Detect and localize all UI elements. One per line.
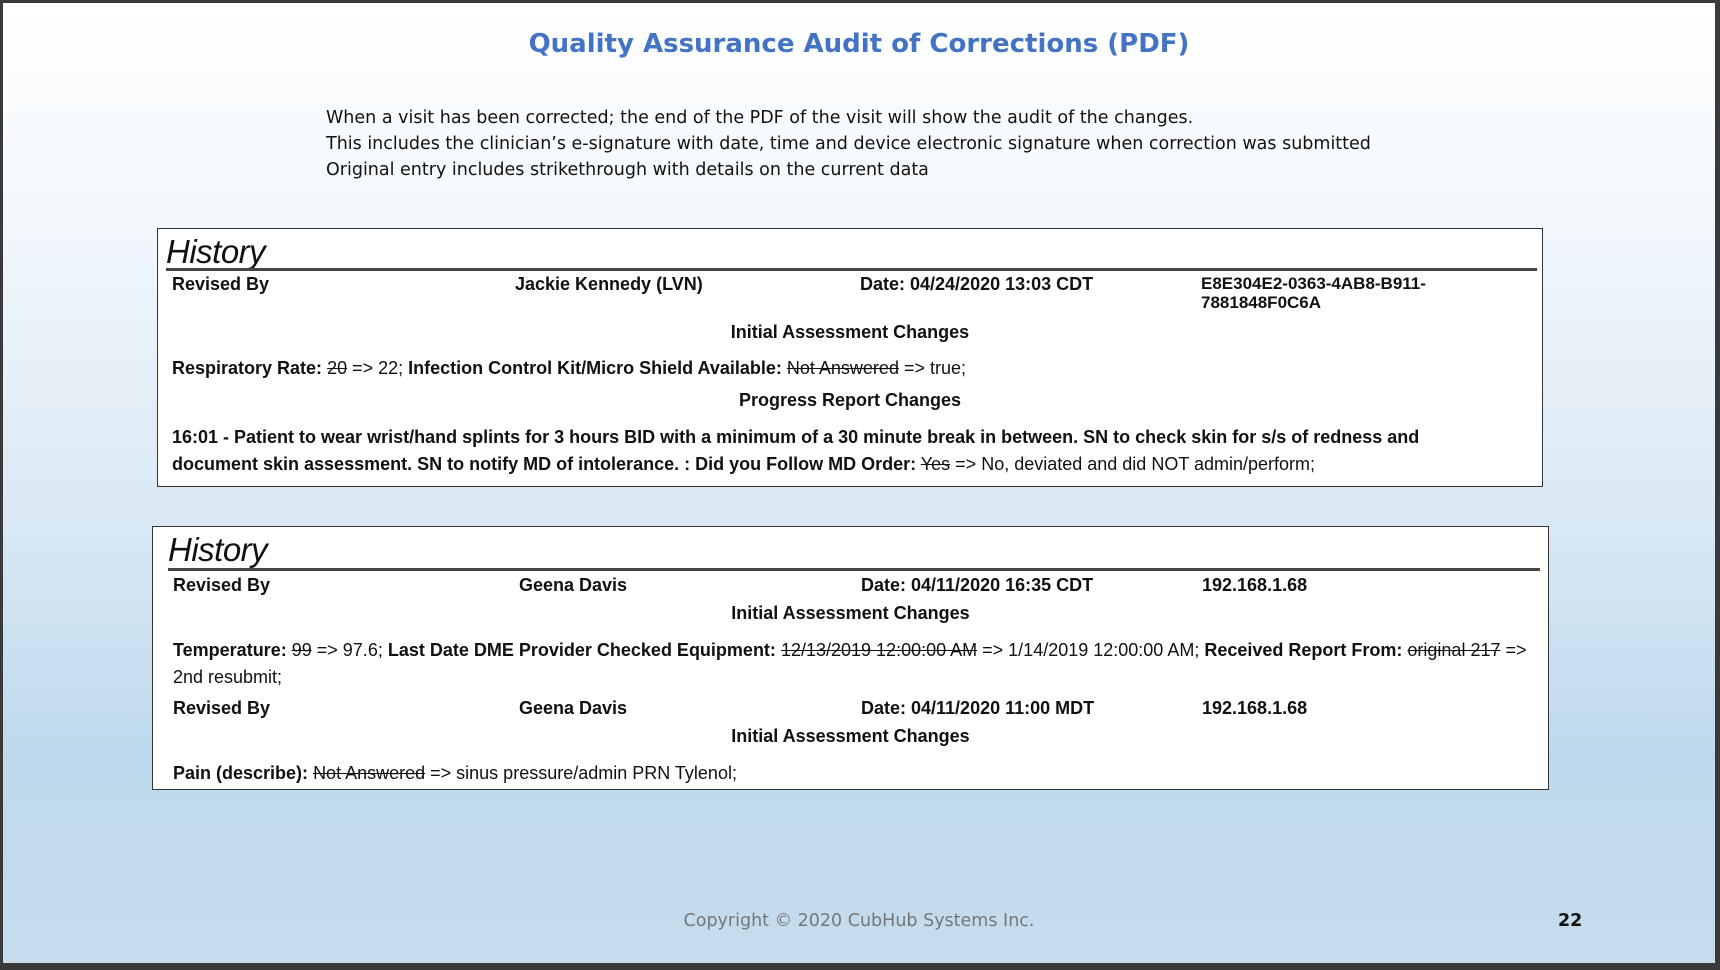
progress-text-cont: document skin assessment. SN to notify M… [172,451,1528,478]
new-value: => 22; [352,358,404,378]
intro-line: When a visit has been corrected; the end… [326,108,1194,128]
new-value: => sinus pressure/admin PRN Tylenol; [430,763,737,783]
history-panel-1: History Revised By Jackie Kennedy (LVN) … [157,228,1543,487]
field-label: Last Date DME Provider Checked Equipment… [387,640,776,660]
revised-by-label: Revised By [173,575,271,595]
device-ip: 192.168.1.68 [1202,698,1308,718]
revision-date: Date: 04/11/2020 16:35 CDT [861,575,1094,595]
section-heading: Progress Report Changes [738,390,962,410]
history-rule [168,568,1540,571]
section-heading: Initial Assessment Changes [731,603,970,623]
field-label: Temperature: [173,640,287,660]
old-value: Not Answered [313,763,426,783]
intro-line: This includes the clinician’s e-signatur… [326,134,1371,154]
old-value: Yes [920,454,951,474]
copyright-footer: Copyright © 2020 CubHub Systems Inc. [683,911,1035,931]
intro-line: Original entry includes strikethrough wi… [326,160,929,180]
history-panel-2: History Revised By Geena Davis Date: 04/… [152,526,1549,790]
field-label: Infection Control Kit/Micro Shield Avail… [408,358,782,378]
history-title: History [168,531,268,568]
revised-by-label: Revised By [172,274,270,294]
slide: Quality Assurance Audit of Corrections (… [3,3,1715,963]
section-heading: Initial Assessment Changes [731,726,970,746]
device-signature-line: E8E304E2-0363-4AB8-B911- [1201,274,1426,293]
revised-by-label: Revised By [173,698,271,718]
old-value: 12/13/2019 12:00:00 AM [780,640,978,660]
old-value: 99 [291,640,312,660]
revision-date: Date: 04/11/2020 11:00 MDT [861,698,1095,718]
progress-line: 16:01 - Patient to wear wrist/hand splin… [172,424,1528,478]
old-value: original 217 [1407,640,1501,660]
progress-text: 16:01 - Patient to wear wrist/hand splin… [172,427,1420,447]
new-value: => 97.6; [316,640,383,660]
new-value: => No, deviated and did NOT admin/perfor… [955,454,1316,474]
field-label: Pain (describe): [173,763,309,783]
device-ip: 192.168.1.68 [1202,575,1308,595]
revised-by-name: Jackie Kennedy (LVN) [515,274,703,294]
field-label: Received Report From: [1204,640,1403,660]
field-label: document skin assessment. SN to notify M… [172,454,917,474]
slide-title: Quality Assurance Audit of Corrections (… [528,29,1190,59]
change-line: Temperature: 99 => 97.6; Last Date DME P… [173,637,1528,691]
device-signature-line: 7881848F0C6A [1201,293,1322,312]
revised-by-name: Geena Davis [519,698,628,718]
history-rule [166,268,1537,271]
revision-date: Date: 04/24/2020 13:03 CDT [860,274,1094,294]
change-line: Respiratory Rate: 20 => 22; Infection Co… [172,355,1528,382]
new-value: => 1/14/2019 12:00:00 AM; [982,640,1200,660]
device-signature: E8E304E2-0363-4AB8-B911- 7881848F0C6A [1201,274,1426,312]
old-value: Not Answered [786,358,899,378]
intro-text: When a visit has been corrected; the end… [326,105,1476,183]
old-value: 20 [327,358,348,378]
change-line: Pain (describe): Not Answered => sinus p… [173,760,1534,787]
history-title: History [166,233,266,270]
new-value: => true; [903,358,967,378]
revised-by-name: Geena Davis [519,575,628,595]
field-label: Respiratory Rate: [172,358,323,378]
page-number: 22 [1558,911,1583,931]
section-heading: Initial Assessment Changes [730,322,970,342]
